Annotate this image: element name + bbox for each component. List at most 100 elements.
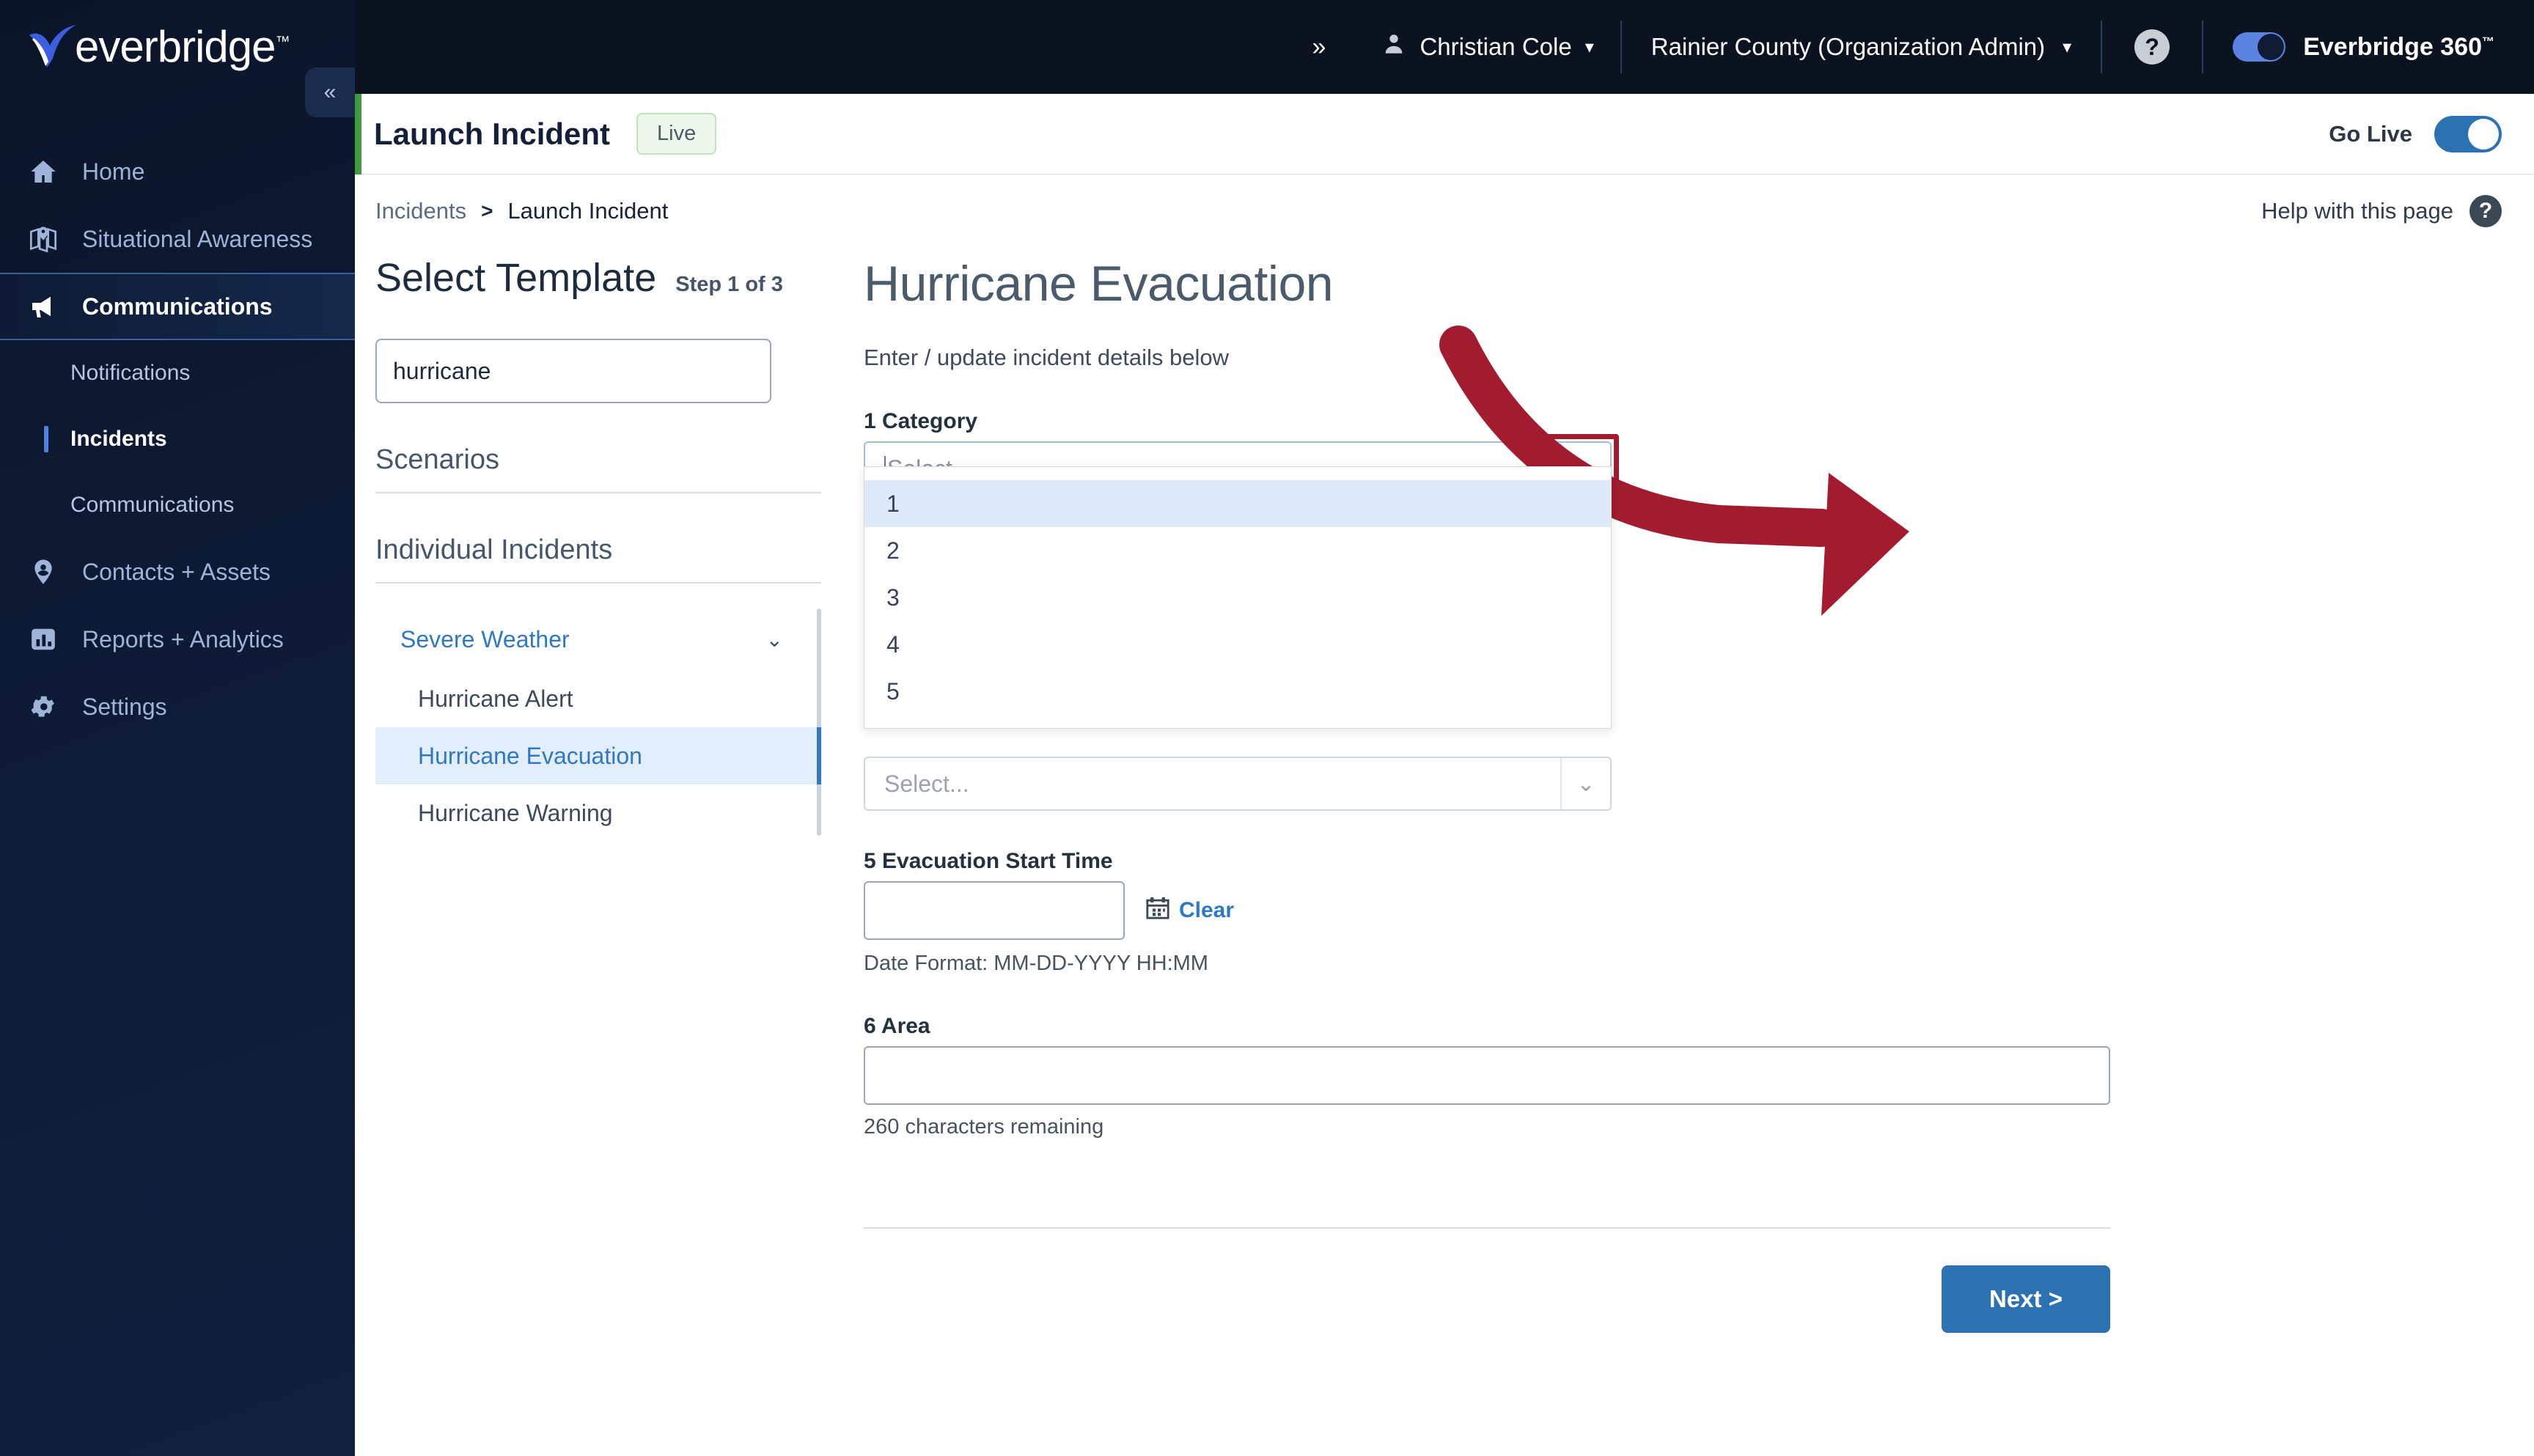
sidebar-item-label: Home — [82, 158, 145, 185]
breadcrumb: Incidents > Launch Incident — [375, 198, 668, 224]
field-area: 6 Area 260 characters remaining — [864, 1014, 2483, 1139]
main-area: » Christian Cole ▾ Rainier County (Organ… — [355, 0, 2534, 1456]
sidebar-item-label: Communications — [82, 293, 273, 320]
dropdown-option[interactable]: 1 — [864, 480, 1611, 527]
template-item-label: Hurricane Warning — [418, 799, 613, 826]
step-header: Select Template Step 1 of 3 — [375, 255, 821, 301]
divider — [864, 1227, 2110, 1229]
go-live-control[interactable]: Go Live — [2329, 115, 2534, 152]
sidebar-item-communications[interactable]: Communications — [0, 273, 355, 340]
category-dropdown-menu: 1 2 3 4 5 — [864, 466, 1612, 729]
organization-menu[interactable]: Rainier County (Organization Admin) ▾ — [1622, 33, 2101, 61]
list-item[interactable]: Hurricane Warning — [375, 784, 821, 842]
template-item-label: Hurricane Evacuation — [418, 742, 642, 769]
question-mark-icon: ? — [2469, 195, 2502, 227]
list-item[interactable]: Hurricane Evacuation — [375, 727, 821, 784]
dropdown-option[interactable]: 3 — [864, 574, 1611, 621]
map-pin-icon — [26, 224, 60, 254]
clear-label: Clear — [1179, 898, 1235, 922]
sidebar: everbridge™ « Home Situational Awareness… — [0, 0, 355, 1456]
toggle-switch[interactable] — [2233, 32, 2286, 62]
user-menu[interactable]: Christian Cole ▾ — [1355, 32, 1620, 62]
person-icon — [1381, 32, 1406, 62]
expand-menu-icon[interactable]: » — [1283, 33, 1356, 62]
dropdown-option[interactable]: 2 — [864, 527, 1611, 574]
clear-date-button[interactable]: Clear — [1145, 895, 1234, 926]
sidebar-subitem-label: Communications — [70, 493, 235, 517]
chevron-down-icon[interactable]: ⌄ — [1560, 758, 1610, 809]
sidebar-item-settings[interactable]: Settings — [0, 673, 355, 740]
everbridge-360-toggle[interactable]: Everbridge 360™ — [2203, 32, 2519, 62]
sidebar-item-contacts-assets[interactable]: Contacts + Assets — [0, 538, 355, 606]
form-subtitle: Enter / update incident details below — [864, 345, 1230, 370]
breadcrumb-link-incidents[interactable]: Incidents — [375, 198, 466, 224]
brand-wordmark: everbridge™ — [75, 22, 290, 71]
sidebar-item-label: Settings — [82, 693, 167, 720]
status-badge: Live — [636, 113, 717, 155]
status-accent-bar — [355, 94, 361, 174]
gear-icon — [26, 693, 60, 721]
evacuation-start-time-input[interactable] — [864, 881, 1125, 940]
sidebar-item-reports-analytics[interactable]: Reports + Analytics — [0, 606, 355, 673]
go-live-toggle[interactable] — [2434, 115, 2502, 152]
breadcrumb-current: Launch Incident — [507, 198, 669, 224]
dropdown-option[interactable]: 5 — [864, 668, 1611, 715]
field-label: 5 Evacuation Start Time — [864, 849, 1113, 873]
sidebar-item-notifications[interactable]: Notifications — [0, 340, 355, 406]
date-row: Clear — [864, 881, 2483, 940]
help-button[interactable]: ? — [2102, 29, 2202, 65]
sidebar-item-label: Situational Awareness — [82, 225, 313, 252]
sidebar-item-communications-sub[interactable]: Communications — [0, 472, 355, 538]
help-with-page-link[interactable]: Help with this page ? — [2261, 195, 2502, 227]
sidebar-subitem-label: Incidents — [70, 427, 167, 451]
individual-incidents-heading: Individual Incidents — [375, 534, 613, 565]
question-mark-icon: ? — [2134, 29, 2170, 65]
chevron-down-icon: ▾ — [2063, 37, 2072, 57]
home-icon — [26, 157, 60, 186]
dropdown-option[interactable]: 4 — [864, 621, 1611, 668]
sidebar-collapse-button[interactable]: « — [305, 67, 355, 117]
sidebar-item-situational-awareness[interactable]: Situational Awareness — [0, 205, 355, 273]
sidebar-item-home[interactable]: Home — [0, 138, 355, 205]
area-input[interactable] — [864, 1046, 2110, 1105]
chevron-down-icon: ⌄ — [765, 628, 783, 651]
app-root: everbridge™ « Home Situational Awareness… — [0, 0, 2534, 1456]
go-live-label: Go Live — [2329, 120, 2412, 147]
divider — [375, 492, 821, 493]
template-group-label: Severe Weather — [400, 625, 570, 652]
page-title: Launch Incident — [374, 116, 611, 151]
field-obscured-select: Select... ⌄ — [864, 757, 2483, 811]
help-with-page-label: Help with this page — [2261, 198, 2453, 224]
template-list: Severe Weather ⌄ Hurricane Alert Hurrica… — [375, 608, 821, 842]
form-title: Hurricane Evacuation — [864, 256, 1334, 312]
everbridge-checkmark-icon — [26, 23, 79, 70]
obscured-select[interactable]: Select... ⌄ — [864, 757, 1612, 811]
divider — [375, 582, 821, 584]
content-area: Select Template Step 1 of 3 Scenarios In… — [355, 248, 2534, 1333]
sidebar-item-incidents[interactable]: Incidents — [0, 406, 355, 472]
field-label: 1 Category — [864, 409, 978, 433]
bar-chart-icon — [26, 625, 60, 653]
next-button[interactable]: Next > — [1942, 1265, 2110, 1333]
page-header-bar: Launch Incident Live Go Live — [355, 94, 2534, 174]
double-chevron-left-icon: « — [323, 80, 337, 104]
template-panel: Select Template Step 1 of 3 Scenarios In… — [355, 255, 839, 1333]
breadcrumb-separator: > — [481, 199, 493, 222]
brand-logo[interactable]: everbridge™ — [0, 0, 355, 94]
organization-label: Rainier County (Organization Admin) — [1650, 33, 2046, 60]
breadcrumb-bar: Incidents > Launch Incident Help with th… — [355, 174, 2534, 248]
template-search-input[interactable] — [375, 339, 771, 403]
field-label: 6 Area — [864, 1014, 930, 1038]
user-name-label: Christian Cole — [1420, 33, 1572, 60]
list-item[interactable]: Hurricane Alert — [375, 670, 821, 727]
character-counter: 260 characters remaining — [864, 1115, 1104, 1139]
calendar-icon — [1145, 895, 1170, 926]
sidebar-item-label: Reports + Analytics — [82, 625, 284, 652]
template-group-severe-weather[interactable]: Severe Weather ⌄ — [375, 608, 821, 670]
sidebar-item-label: Contacts + Assets — [82, 558, 271, 585]
template-item-label: Hurricane Alert — [418, 685, 573, 712]
dropdown-padding — [864, 467, 1611, 480]
field-category: 1 Category Select... ⌄ 1 2 3 4 5 — [864, 409, 2483, 729]
scenarios-heading: Scenarios — [375, 444, 499, 475]
everbridge-360-label: Everbridge 360™ — [2303, 32, 2494, 61]
